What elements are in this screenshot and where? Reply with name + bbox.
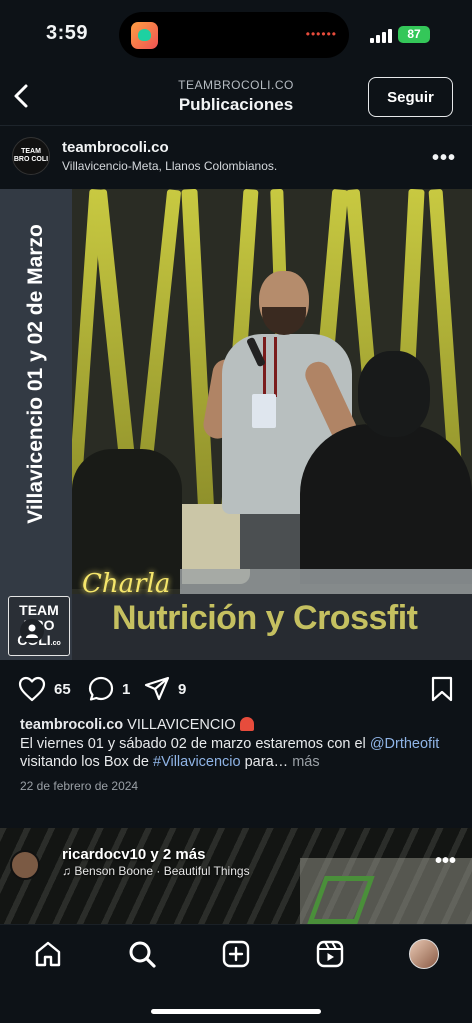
charla-script-text: Charla bbox=[82, 569, 171, 599]
more-options-icon[interactable]: ••• bbox=[435, 850, 456, 873]
post-date: 22 de febrero de 2024 bbox=[20, 779, 139, 793]
tab-reels[interactable] bbox=[315, 939, 347, 971]
follow-button[interactable]: Seguir bbox=[368, 77, 453, 117]
profile-avatar[interactable] bbox=[409, 939, 439, 969]
comment-icon[interactable] bbox=[88, 676, 114, 702]
status-bar: 3:59 •••••• 87 bbox=[0, 0, 472, 66]
share-count[interactable]: 9 bbox=[178, 681, 186, 698]
bottom-navigation bbox=[0, 924, 472, 1023]
post-actions: 65 1 9 bbox=[0, 668, 472, 712]
home-indicator[interactable] bbox=[151, 1009, 321, 1014]
audience-member bbox=[72, 449, 182, 589]
share-action[interactable]: 9 bbox=[144, 676, 186, 702]
comment-count[interactable]: 1 bbox=[122, 681, 130, 698]
tagged-user-icon[interactable] bbox=[20, 619, 44, 643]
comment-action[interactable]: 1 bbox=[88, 676, 130, 702]
post-username[interactable]: teambrocoli.co bbox=[62, 139, 169, 156]
post-location[interactable]: Villavicencio-Meta, Llanos Colombianos. bbox=[62, 159, 277, 173]
tab-home[interactable] bbox=[33, 939, 65, 971]
like-action[interactable]: 65 bbox=[18, 676, 71, 702]
post-header: TEAM BRO COLI teambrocoli.co Villavicenc… bbox=[0, 127, 472, 187]
status-time: 3:59 bbox=[46, 22, 89, 44]
caption-hashtag[interactable]: #Villavicencio bbox=[153, 754, 241, 770]
event-headline: Nutrición y Crossfit bbox=[112, 599, 418, 637]
page-header: TEAMBROCOLI.CO Publicaciones Seguir bbox=[0, 66, 472, 126]
avatar[interactable] bbox=[10, 850, 40, 880]
caption-more-link[interactable]: más bbox=[292, 754, 319, 770]
reels-icon[interactable] bbox=[315, 939, 345, 969]
tab-profile[interactable] bbox=[409, 939, 441, 971]
more-options-icon[interactable]: ••• bbox=[432, 147, 456, 170]
save-button[interactable] bbox=[430, 676, 454, 707]
event-dates-text: Villavicencio 01 y 02 de Marzo bbox=[24, 224, 47, 524]
next-post-preview[interactable]: ricardocv10 y 2 más ♫ Benson Boone · Bea… bbox=[0, 828, 472, 924]
next-post-username[interactable]: ricardocv10 y 2 más bbox=[62, 846, 205, 863]
siren-emoji-icon bbox=[239, 717, 254, 731]
post-image[interactable]: Villavicencio 01 y 02 de Marzo Charla Nu… bbox=[0, 189, 472, 660]
caption-mention[interactable]: @Drtheofit bbox=[370, 736, 440, 752]
search-icon[interactable] bbox=[127, 939, 157, 969]
dynamic-island[interactable]: •••••• bbox=[119, 12, 349, 58]
caption-text: VILLAVICENCIO bbox=[123, 717, 236, 733]
send-icon[interactable] bbox=[144, 676, 170, 702]
heart-icon[interactable] bbox=[18, 676, 46, 702]
bookmark-icon[interactable] bbox=[430, 676, 454, 702]
tab-create[interactable] bbox=[221, 939, 253, 971]
music-note-icon: ♫ bbox=[62, 864, 75, 878]
post-caption: teambrocoli.co VILLAVICENCIO El viernes … bbox=[20, 717, 440, 770]
battery-icon: 87 bbox=[398, 26, 430, 43]
home-icon[interactable] bbox=[33, 939, 63, 969]
like-count[interactable]: 65 bbox=[54, 681, 71, 698]
audience-member bbox=[300, 424, 472, 584]
next-post-music[interactable]: ♫ Benson Boone · Beautiful Things bbox=[62, 864, 250, 878]
avatar[interactable]: TEAM BRO COLI bbox=[12, 137, 50, 175]
app-activity-icon[interactable] bbox=[131, 22, 158, 49]
cellular-signal-icon bbox=[370, 29, 392, 43]
plus-square-icon[interactable] bbox=[221, 939, 251, 969]
caption-username[interactable]: teambrocoli.co bbox=[20, 717, 123, 733]
tab-search[interactable] bbox=[127, 939, 159, 971]
activity-dots-icon: •••••• bbox=[305, 27, 337, 41]
